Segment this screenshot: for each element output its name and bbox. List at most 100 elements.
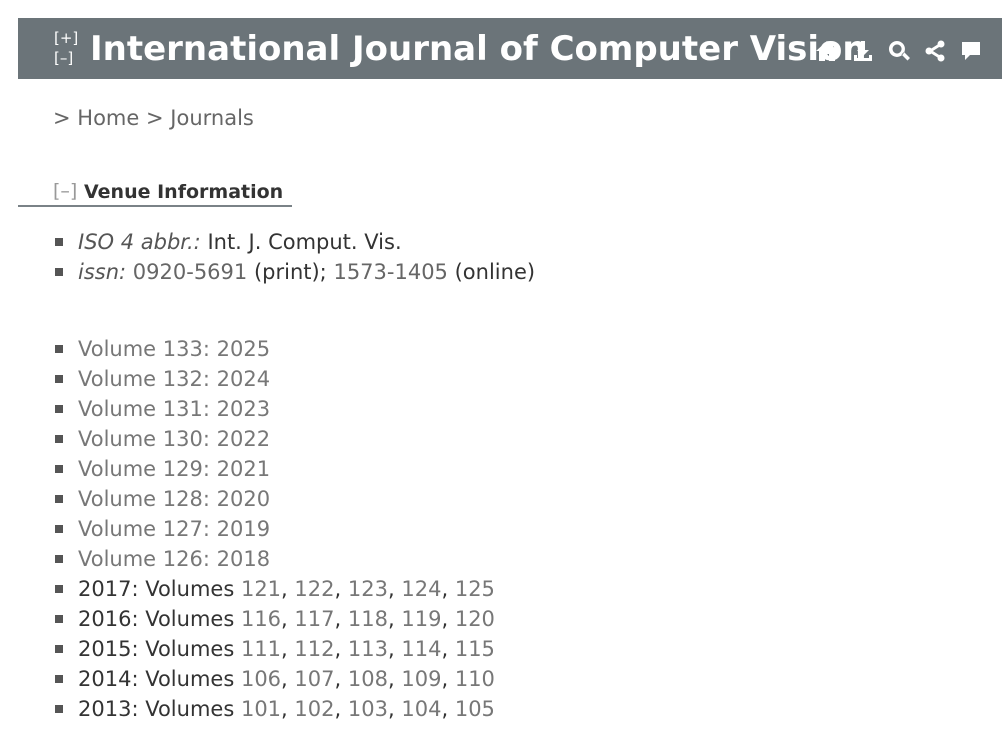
home-icon[interactable] bbox=[814, 38, 840, 64]
volume-number-link[interactable]: 122 bbox=[294, 577, 334, 601]
volume-number-link[interactable]: 113 bbox=[348, 637, 388, 661]
volume-item: Volume 129: 2021 bbox=[53, 454, 495, 484]
volume-link[interactable]: Volume 126: 2018 bbox=[78, 547, 270, 571]
volume-number-link[interactable]: 102 bbox=[294, 697, 334, 721]
volume-number-link[interactable]: 116 bbox=[241, 607, 281, 631]
bullet-icon bbox=[55, 238, 63, 246]
breadcrumb-separator: > bbox=[53, 106, 71, 130]
year-volumes-item: 2014: Volumes 106, 107, 108, 109, 110 bbox=[53, 664, 495, 694]
volume-number-link[interactable]: 107 bbox=[294, 667, 334, 691]
share-icon[interactable] bbox=[922, 38, 948, 64]
search-icon[interactable] bbox=[886, 38, 912, 64]
bullet-icon bbox=[55, 375, 63, 383]
page-header: [+] [–] International Journal of Compute… bbox=[18, 18, 1002, 79]
breadcrumb-separator: > bbox=[146, 106, 164, 130]
volumes-label: Volumes bbox=[145, 577, 235, 601]
volume-number-link[interactable]: 119 bbox=[401, 607, 441, 631]
volumes-label: Volumes bbox=[145, 697, 235, 721]
bullet-icon bbox=[55, 705, 63, 713]
breadcrumb: > Home > Journals bbox=[53, 104, 254, 132]
volume-item: Volume 128: 2020 bbox=[53, 484, 495, 514]
issn-item: issn: 0920-5691 (print); 1573-1405 (onli… bbox=[53, 257, 535, 287]
volume-number-link[interactable]: 120 bbox=[455, 607, 495, 631]
volume-number-link[interactable]: 115 bbox=[455, 637, 495, 661]
issn-print-link[interactable]: 0920-5691 bbox=[133, 260, 247, 284]
volume-link[interactable]: Volume 130: 2022 bbox=[78, 427, 270, 451]
volume-number-link[interactable]: 114 bbox=[401, 637, 441, 661]
bullet-icon bbox=[55, 405, 63, 413]
iso-abbr-label: ISO 4 abbr.: bbox=[78, 230, 201, 254]
volume-link[interactable]: Volume 131: 2023 bbox=[78, 397, 270, 421]
volume-number-link[interactable]: 103 bbox=[348, 697, 388, 721]
volume-item: Volume 132: 2024 bbox=[53, 364, 495, 394]
bullet-icon bbox=[55, 555, 63, 563]
download-icon[interactable] bbox=[850, 38, 876, 64]
volume-number-link[interactable]: 104 bbox=[401, 697, 441, 721]
expand-collapse-controls: [+] [–] bbox=[54, 28, 78, 68]
venue-section-toggle[interactable]: [–] bbox=[53, 178, 77, 204]
venue-section-header: [–] Venue Information bbox=[18, 178, 292, 207]
volume-number-link[interactable]: 109 bbox=[401, 667, 441, 691]
volume-list: Volume 133: 2025 Volume 132: 2024 Volume… bbox=[53, 334, 495, 724]
volume-number-link[interactable]: 110 bbox=[455, 667, 495, 691]
breadcrumb-journals-link[interactable]: Journals bbox=[170, 106, 254, 130]
year-label: 2014: bbox=[78, 667, 139, 691]
volume-number-link[interactable]: 112 bbox=[294, 637, 334, 661]
page-title: International Journal of Computer Vision bbox=[90, 29, 867, 69]
volumes-label: Volumes bbox=[145, 607, 235, 631]
issn-online-link[interactable]: 1573-1405 bbox=[333, 260, 447, 284]
bullet-icon bbox=[55, 465, 63, 473]
year-volumes-item: 2017: Volumes 121, 122, 123, 124, 125 bbox=[53, 574, 495, 604]
volume-link[interactable]: Volume 128: 2020 bbox=[78, 487, 270, 511]
year-volumes-item: 2013: Volumes 101, 102, 103, 104, 105 bbox=[53, 694, 495, 724]
bullet-icon bbox=[55, 345, 63, 353]
volume-number-link[interactable]: 121 bbox=[241, 577, 281, 601]
bullet-icon bbox=[55, 525, 63, 533]
year-label: 2017: bbox=[78, 577, 139, 601]
bullet-icon bbox=[55, 675, 63, 683]
bullet-icon bbox=[55, 585, 63, 593]
volume-item: Volume 133: 2025 bbox=[53, 334, 495, 364]
issn-label: issn: bbox=[78, 260, 127, 284]
volume-item: Volume 127: 2019 bbox=[53, 514, 495, 544]
volume-link[interactable]: Volume 133: 2025 bbox=[78, 337, 270, 361]
bullet-icon bbox=[55, 268, 63, 276]
volume-number-link[interactable]: 125 bbox=[455, 577, 495, 601]
volume-number-link[interactable]: 117 bbox=[294, 607, 334, 631]
bullet-icon bbox=[55, 495, 63, 503]
volume-link[interactable]: Volume 127: 2019 bbox=[78, 517, 270, 541]
volume-number-link[interactable]: 118 bbox=[348, 607, 388, 631]
volume-number-link[interactable]: 101 bbox=[241, 697, 281, 721]
bullet-icon bbox=[55, 645, 63, 653]
header-toolbar bbox=[814, 36, 984, 66]
collapse-all-button[interactable]: [–] bbox=[54, 48, 78, 68]
iso-abbr-item: ISO 4 abbr.: Int. J. Comput. Vis. bbox=[53, 227, 535, 257]
iso-abbr-value: Int. J. Comput. Vis. bbox=[207, 230, 402, 254]
volume-number-link[interactable]: 123 bbox=[348, 577, 388, 601]
volume-number-link[interactable]: 111 bbox=[241, 637, 281, 661]
volume-number-link[interactable]: 106 bbox=[241, 667, 281, 691]
year-volumes-item: 2016: Volumes 116, 117, 118, 119, 120 bbox=[53, 604, 495, 634]
volumes-label: Volumes bbox=[145, 667, 235, 691]
breadcrumb-home-link[interactable]: Home bbox=[77, 106, 139, 130]
bullet-icon bbox=[55, 615, 63, 623]
comment-icon[interactable] bbox=[958, 38, 984, 64]
volume-number-link[interactable]: 108 bbox=[348, 667, 388, 691]
volume-number-link[interactable]: 124 bbox=[401, 577, 441, 601]
issn-print-suffix: (print); bbox=[253, 260, 327, 284]
volume-link[interactable]: Volume 129: 2021 bbox=[78, 457, 270, 481]
year-label: 2015: bbox=[78, 637, 139, 661]
volume-number-link[interactable]: 105 bbox=[455, 697, 495, 721]
volume-item: Volume 126: 2018 bbox=[53, 544, 495, 574]
volumes-label: Volumes bbox=[145, 637, 235, 661]
venue-info-list: ISO 4 abbr.: Int. J. Comput. Vis. issn: … bbox=[53, 227, 535, 287]
volume-item: Volume 130: 2022 bbox=[53, 424, 495, 454]
issn-online-suffix: (online) bbox=[454, 260, 536, 284]
bullet-icon bbox=[55, 435, 63, 443]
expand-all-button[interactable]: [+] bbox=[54, 28, 78, 48]
volume-link[interactable]: Volume 132: 2024 bbox=[78, 367, 270, 391]
venue-section-title: Venue Information bbox=[84, 181, 284, 203]
year-label: 2013: bbox=[78, 697, 139, 721]
year-label: 2016: bbox=[78, 607, 139, 631]
year-volumes-item: 2015: Volumes 111, 112, 113, 114, 115 bbox=[53, 634, 495, 664]
